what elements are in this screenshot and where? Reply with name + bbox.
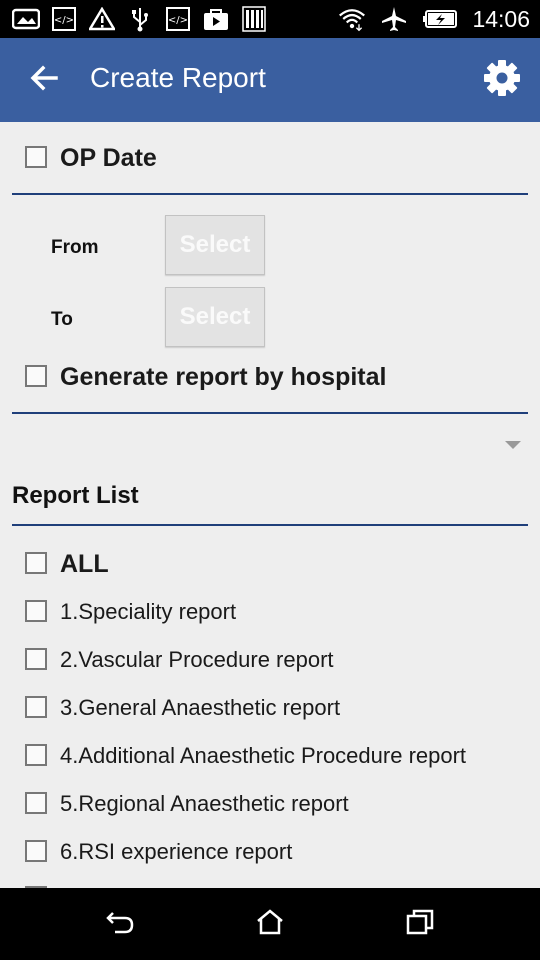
hospital-dropdown-arrow-icon[interactable] bbox=[505, 441, 521, 449]
divider bbox=[12, 193, 528, 195]
report-list-title: Report List bbox=[12, 482, 139, 509]
usb-icon bbox=[126, 7, 154, 32]
battery-charging-icon bbox=[422, 7, 458, 31]
nav-home-button[interactable] bbox=[250, 906, 290, 942]
code-icon: </> bbox=[50, 7, 78, 31]
settings-button[interactable] bbox=[480, 58, 524, 102]
report-item-label: 5.Regional Anaesthetic report bbox=[60, 791, 349, 816]
app-bar: Create Report bbox=[0, 38, 540, 122]
play-bag-icon bbox=[202, 7, 230, 31]
report-item-label: 2.Vascular Procedure report bbox=[60, 647, 334, 672]
report-item-label: 6.RSI experience report bbox=[60, 839, 293, 864]
content-area: OP Date From Select To Select Generate r… bbox=[0, 122, 540, 888]
nav-back-icon bbox=[105, 909, 135, 940]
report-item-checkbox[interactable] bbox=[25, 840, 47, 862]
report-item-label: 4.Additional Anaesthetic Procedure repor… bbox=[60, 743, 467, 768]
nav-home-icon bbox=[255, 908, 285, 941]
svg-text:</>: </> bbox=[54, 15, 74, 26]
nav-recents-button[interactable] bbox=[400, 906, 440, 942]
report-item-checkbox[interactable] bbox=[25, 600, 47, 622]
nav-back-button[interactable] bbox=[100, 906, 140, 942]
nav-recents-icon bbox=[405, 908, 435, 941]
status-icons-right: 14:06 bbox=[338, 0, 530, 38]
divider bbox=[12, 412, 528, 414]
report-item-checkbox[interactable] bbox=[25, 648, 47, 670]
gear-icon bbox=[483, 59, 521, 102]
from-select-button[interactable]: Select bbox=[165, 215, 265, 275]
op-date-label: OP Date bbox=[60, 144, 157, 172]
op-date-checkbox[interactable] bbox=[25, 146, 47, 168]
to-select-button[interactable]: Select bbox=[165, 287, 265, 347]
wifi-icon bbox=[338, 7, 366, 32]
report-item-label: 1.Speciality report bbox=[60, 599, 237, 624]
page-title: Create Report bbox=[90, 62, 266, 93]
hospital-label: Generate report by hospital bbox=[60, 363, 387, 391]
report-item-checkbox[interactable] bbox=[25, 696, 47, 718]
warning-icon bbox=[88, 7, 116, 31]
arrow-left-icon bbox=[30, 64, 58, 97]
report-item-checkbox[interactable] bbox=[25, 744, 47, 766]
report-item-checkbox[interactable] bbox=[25, 792, 47, 814]
barcode-icon bbox=[240, 6, 268, 32]
report-item-label: 3.General Anaesthetic report bbox=[60, 695, 341, 720]
all-checkbox[interactable] bbox=[25, 552, 47, 574]
status-time: 14:06 bbox=[472, 5, 530, 32]
back-button[interactable] bbox=[24, 60, 64, 100]
all-label: ALL bbox=[60, 550, 109, 578]
status-bar: </> </> 14:06 bbox=[0, 0, 540, 38]
airplane-icon bbox=[380, 7, 408, 31]
hospital-checkbox[interactable] bbox=[25, 365, 47, 387]
to-label: To bbox=[51, 309, 73, 330]
svg-text:</>: </> bbox=[168, 15, 188, 26]
from-label: From bbox=[51, 237, 99, 258]
code-icon: </> bbox=[164, 7, 192, 31]
image-icon bbox=[12, 7, 40, 31]
divider bbox=[12, 524, 528, 526]
navigation-bar bbox=[0, 888, 540, 960]
status-icons-left: </> </> bbox=[0, 6, 268, 32]
